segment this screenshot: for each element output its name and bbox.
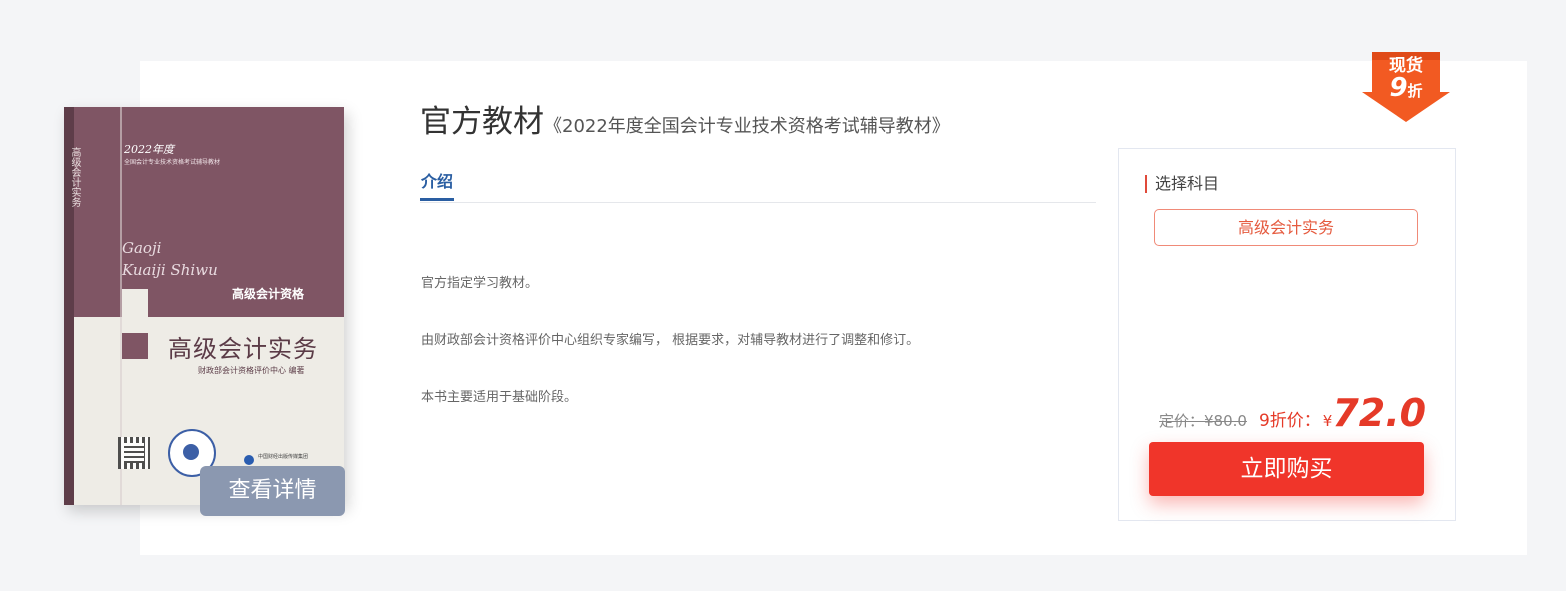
original-price: 定价：¥80.0 (1159, 412, 1247, 430)
current-price: 72.0 (1332, 391, 1427, 435)
cover-series: 全国会计专业技术资格考试辅导教材 (124, 159, 221, 166)
currency-symbol: ¥ (1322, 412, 1333, 430)
cover-pinyin-line1: Gaoji (122, 239, 162, 257)
description-line: 由财政部会计资格评价中心组织专家编写， 根据要求，对辅导教材进行了调整和修订。 (421, 333, 920, 348)
view-details-button[interactable]: 查看详情 (200, 466, 345, 516)
select-subject-heading: 选择科目 (1145, 175, 1219, 193)
book-cover-image[interactable]: 高级会计实务 2022年度 全国会计专业技术资格考试辅导教材 Gaoji Kua… (64, 107, 344, 505)
ribbon-discount-unit: 折 (1407, 82, 1423, 100)
description-line: 本书主要适用于基础阶段。 (421, 390, 578, 405)
cover-year: 2022年度 (124, 143, 174, 156)
product-title: 官方教材《2022年度全国会计专业技术资格考试辅导教材》 (420, 96, 950, 141)
qr-code-icon (118, 437, 150, 469)
cover-press: 中国财经出版传媒集团 (258, 454, 309, 460)
cover-book-title: 高级会计实务 (168, 335, 318, 363)
cover-decor-box (122, 289, 148, 317)
spine-text: 高级会计实务 (69, 147, 80, 207)
product-title-sub: 《2022年度全国会计专业技术资格考试辅导教材》 (544, 116, 950, 137)
cover-publisher: 财政部会计资格评价中心 编著 (198, 366, 305, 375)
cover-level: 高级会计资格 (231, 287, 304, 301)
cover-pinyin: Gaoji Kuaiji Shiwu (122, 237, 218, 281)
tab-bar: 介绍 (420, 160, 1096, 203)
discount-price-label: 9折价： (1258, 411, 1321, 431)
subject-option-button[interactable]: 高级会计实务 (1154, 209, 1418, 246)
ribbon-discount-number: 9 (1389, 73, 1408, 103)
product-title-main: 官方教材 (420, 104, 544, 140)
ribbon-discount: 9折 (1360, 73, 1452, 103)
tab-intro[interactable]: 介绍 (420, 160, 455, 201)
description-line: 官方指定学习教材。 (421, 276, 539, 291)
cover-pinyin-line2: Kuaiji Shiwu (122, 261, 218, 279)
cover-decor-square (122, 333, 148, 359)
buy-now-button[interactable]: 立即购买 (1149, 442, 1424, 496)
price-row: 定价：¥80.0 9折价： ¥72.0 (1159, 391, 1426, 435)
discount-ribbon-badge: 现货 9折 (1360, 46, 1452, 124)
purchase-panel: 选择科目 高级会计实务 定价：¥80.0 9折价： ¥72.0 立即购买 (1118, 148, 1456, 521)
publisher-logo-icon (244, 455, 254, 465)
